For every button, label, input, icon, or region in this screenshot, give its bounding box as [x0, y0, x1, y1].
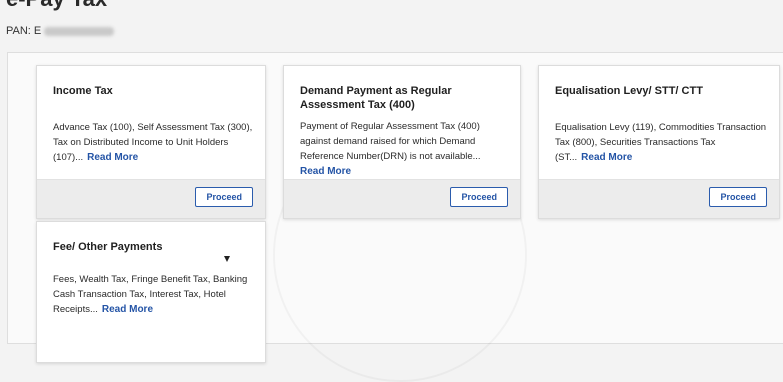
- card-description: Fees, Wealth Tax, Fringe Benefit Tax, Ba…: [53, 274, 248, 315]
- mouse-pointer-icon: [224, 256, 230, 262]
- read-more-link[interactable]: Read More: [581, 152, 632, 163]
- card-equalisation-levy: Equalisation Levy/ STT/ CTT Equalisation…: [538, 65, 780, 219]
- proceed-button[interactable]: Proceed: [195, 187, 253, 207]
- card-fee-other-payments: Fee/ Other Payments Fees, Wealth Tax, Fr…: [36, 221, 266, 363]
- card-title: Fee/ Other Payments: [53, 241, 163, 253]
- card-title: Income Tax: [53, 85, 113, 97]
- pan-row: PAN: E: [6, 25, 115, 37]
- proceed-button[interactable]: Proceed: [450, 187, 508, 207]
- card-income-tax: Income Tax Advance Tax (100), Self Asses…: [36, 65, 266, 219]
- page-title: e-Pay Tax: [6, 0, 107, 12]
- card-title: Equalisation Levy/ STT/ CTT: [555, 85, 703, 97]
- card-footer: Proceed: [37, 179, 265, 218]
- payment-options-panel: Income Tax Advance Tax (100), Self Asses…: [7, 52, 783, 363]
- card-title: Demand Payment as Regular Assessment Tax…: [300, 85, 452, 111]
- read-more-link[interactable]: Read More: [87, 152, 138, 163]
- card-demand-payment: Demand Payment as Regular Assessment Tax…: [283, 65, 521, 219]
- card-footer: Proceed: [539, 179, 779, 218]
- pan-value-redacted: [44, 26, 115, 36]
- pan-label: PAN: E: [6, 25, 42, 37]
- card-description: Payment of Regular Assessment Tax (400) …: [300, 121, 481, 177]
- card-footer: Proceed: [284, 179, 520, 218]
- card-description: Advance Tax (100), Self Assessment Tax (…: [53, 122, 253, 163]
- read-more-link[interactable]: Read More: [300, 166, 351, 177]
- read-more-link[interactable]: Read More: [102, 304, 153, 315]
- proceed-button[interactable]: Proceed: [709, 187, 767, 207]
- card-description: Equalisation Levy (119), Commodities Tra…: [555, 122, 767, 163]
